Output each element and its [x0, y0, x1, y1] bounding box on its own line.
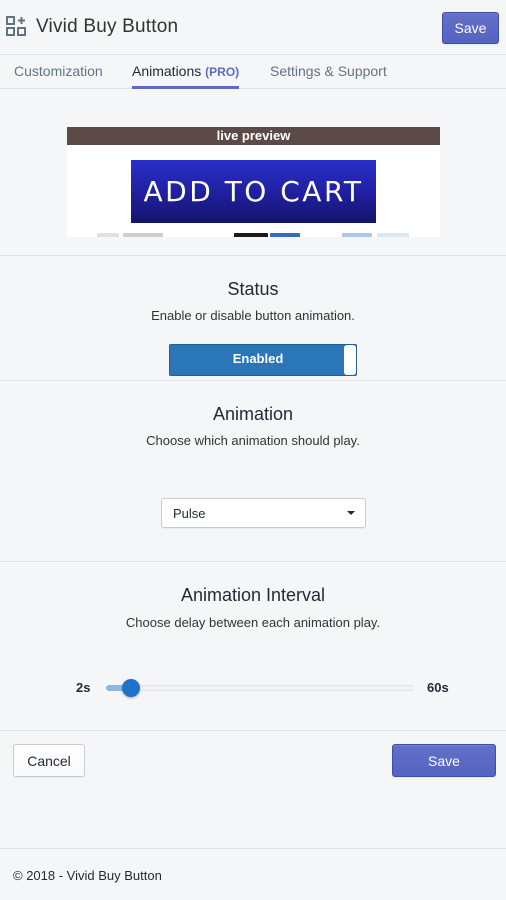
live-preview: live preview ADD TO CART — [67, 127, 440, 237]
interval-description: Choose delay between each animation play… — [125, 615, 381, 630]
caret-down-icon — [347, 511, 355, 515]
toggle-label: Enabled — [232, 351, 284, 366]
animation-description: Choose which animation should play. — [146, 433, 360, 448]
tab-label: Customization — [14, 63, 103, 79]
divider — [0, 255, 506, 256]
save-button-top[interactable]: Save — [442, 12, 499, 44]
apps-add-icon — [6, 16, 26, 36]
tab-label: Settings & Support — [270, 63, 387, 79]
payment-icon — [342, 233, 372, 237]
tab-customization[interactable]: Customization — [14, 63, 103, 89]
preview-label: live preview — [67, 127, 440, 145]
tab-animations[interactable]: Animations (PRO) — [132, 63, 240, 89]
payment-icon — [270, 233, 300, 237]
add-to-cart-button[interactable]: ADD TO CART — [131, 160, 376, 223]
toggle-knob — [344, 345, 356, 375]
payment-icon — [97, 233, 119, 237]
pro-badge: (PRO) — [205, 65, 240, 79]
status-toggle[interactable]: Enabled — [169, 344, 357, 376]
payment-icon — [123, 233, 163, 237]
divider — [0, 848, 506, 849]
payment-icons-strip — [67, 233, 440, 237]
divider — [0, 380, 506, 381]
status-title: Status — [227, 279, 279, 299]
app-header: Vivid Buy Button Save — [0, 0, 506, 55]
interval-title: Animation Interval — [180, 585, 326, 605]
animation-select-value: Pulse — [173, 506, 206, 521]
slider-max-label: 60s — [427, 680, 449, 695]
interval-slider-thumb[interactable] — [121, 679, 140, 697]
tab-settings-support[interactable]: Settings & Support — [270, 63, 387, 89]
status-description: Enable or disable button animation. — [151, 308, 355, 323]
cancel-button[interactable]: Cancel — [13, 744, 85, 777]
payment-icon — [377, 233, 409, 237]
tab-label: Animations — [132, 63, 202, 79]
app-title: Vivid Buy Button — [36, 16, 179, 37]
divider — [0, 561, 506, 562]
copyright-text: © 2018 - Vivid Buy Button — [13, 868, 162, 883]
divider — [0, 730, 506, 731]
tab-bar: Customization Animations (PRO) Settings … — [0, 55, 506, 89]
payment-icon — [234, 233, 268, 237]
interval-slider-track[interactable] — [106, 685, 414, 691]
save-button[interactable]: Save — [392, 744, 496, 777]
animation-title: Animation — [212, 404, 294, 424]
animation-select[interactable]: Pulse — [161, 498, 366, 528]
slider-min-label: 2s — [76, 680, 91, 695]
